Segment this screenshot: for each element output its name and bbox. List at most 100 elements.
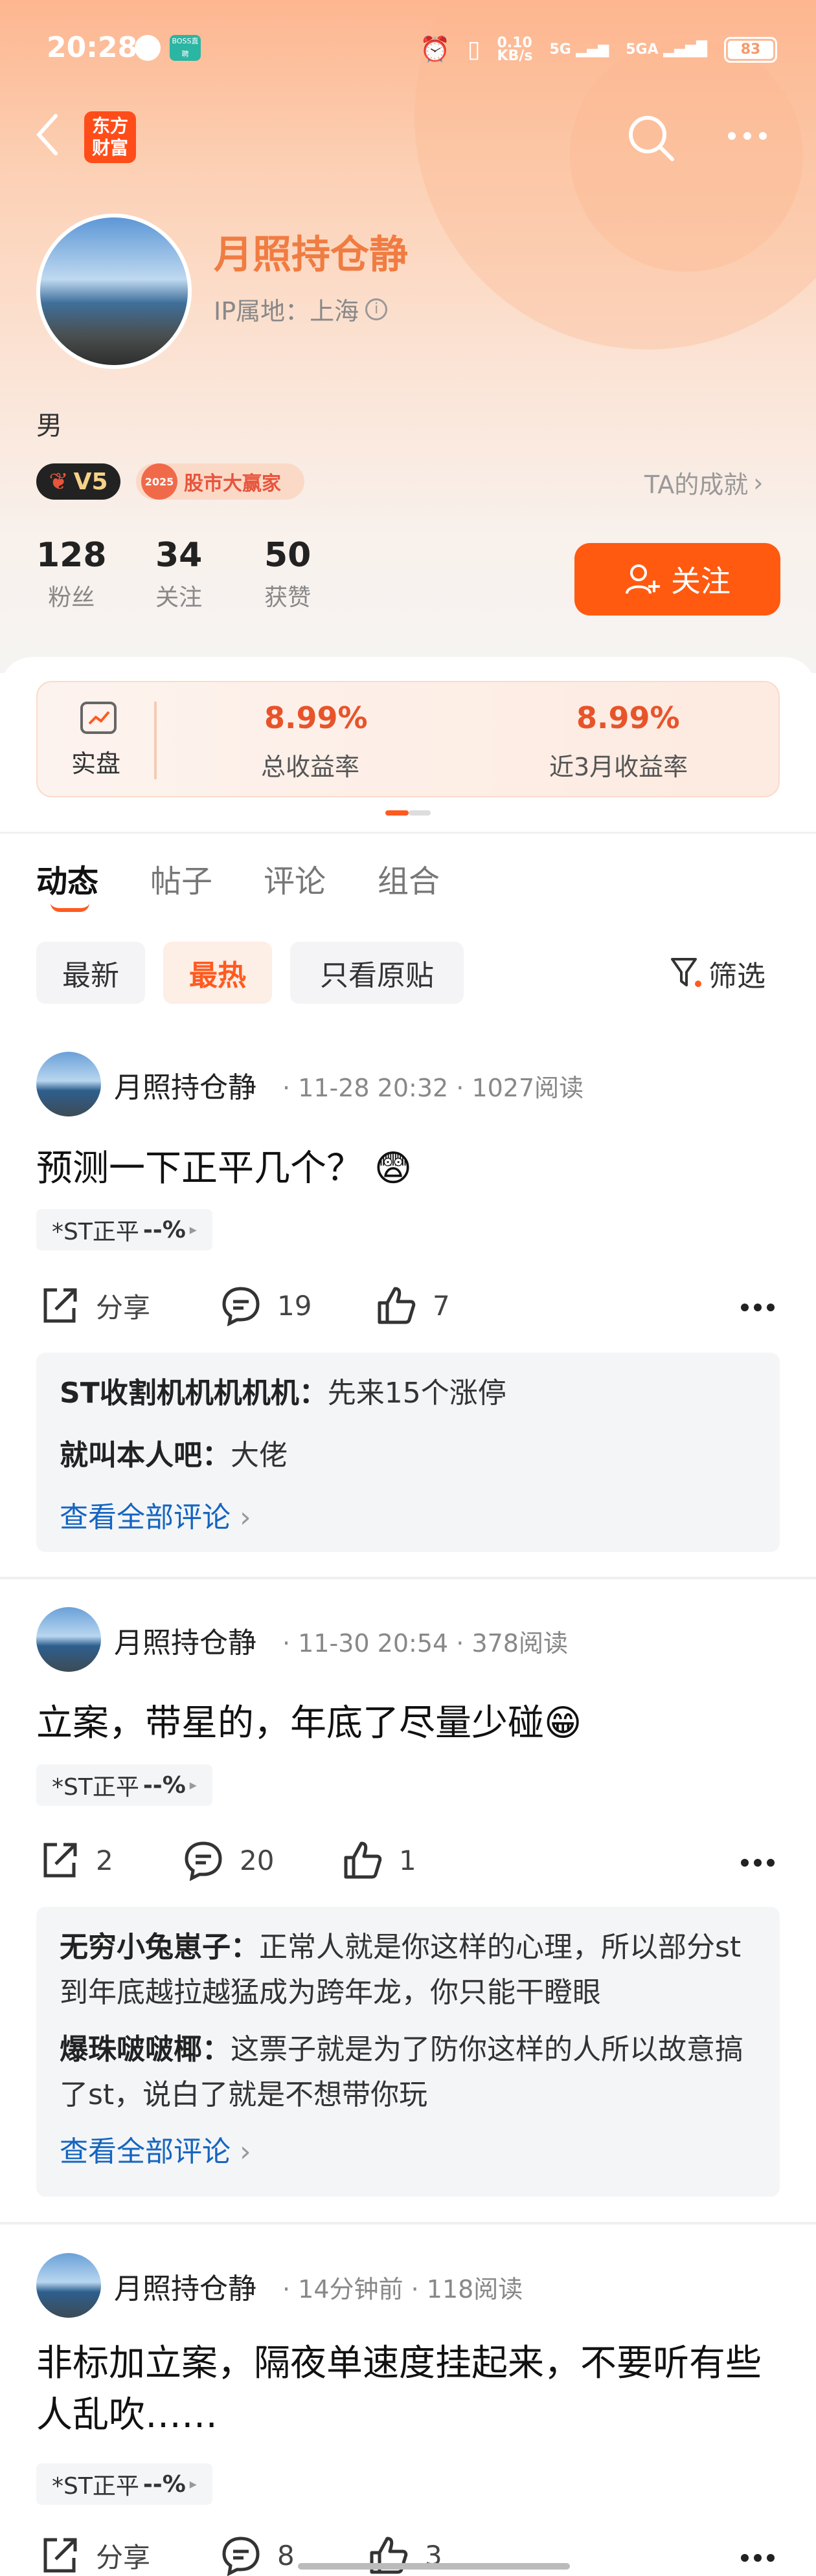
comment-item[interactable]: 就叫本人吧：大佬: [60, 1433, 756, 1478]
stat-likes[interactable]: 50 获赞: [264, 536, 311, 612]
add-user-icon: [626, 564, 660, 594]
like-button[interactable]: 1: [342, 1839, 416, 1881]
back-arrow-icon: [36, 114, 58, 155]
chevron-right-icon: ›: [240, 1501, 251, 1534]
dot: [728, 132, 736, 140]
post-more-button[interactable]: [741, 2551, 780, 2564]
award-badge[interactable]: 2025 股市大赢家: [136, 463, 304, 500]
view-all-comments-link[interactable]: 查看全部评论 ›: [60, 1495, 756, 1540]
signal-5g-icon: 5G ▂▄▆: [549, 41, 609, 58]
view-all-comments-link[interactable]: 查看全部评论 ›: [60, 2129, 756, 2175]
stat-following[interactable]: 34 关注: [155, 536, 202, 612]
post-meta: · 14分钟前 · 118阅读: [282, 2275, 523, 2304]
share-icon: [43, 1288, 77, 1323]
stat-followers[interactable]: 128 粉丝: [36, 536, 107, 612]
active-tab-indicator: [51, 903, 89, 912]
carousel-indicator: [409, 810, 431, 816]
share-button[interactable]: 2: [39, 1839, 113, 1881]
filter-latest[interactable]: 最新: [36, 942, 145, 1004]
comment-icon: [222, 1287, 260, 1326]
tab-activity[interactable]: 动态: [36, 856, 98, 901]
chevron-right-icon: ›: [753, 468, 764, 497]
comment-item[interactable]: 无穷小兔崽子：正常人就是你这样的心理，所以部分st到年底越拉越猛成为跨年龙，你只…: [60, 1925, 756, 2015]
wings-icon: ❦: [49, 468, 69, 495]
home-indicator[interactable]: [298, 2563, 570, 2570]
notification-avatar-icon: [135, 35, 161, 61]
post-title[interactable]: 立案，带星的，年底了尽量少碰😁: [36, 1694, 582, 1746]
battery-icon: 83: [724, 36, 777, 63]
comment-button[interactable]: 8: [220, 2535, 295, 2576]
stock-tag[interactable]: *ST正平 --% ▸: [36, 1209, 212, 1250]
comment-item[interactable]: ST收割机机机机机：先来15个涨停: [60, 1371, 756, 1416]
post-meta: · 11-28 20:32 · 1027阅读: [282, 1074, 584, 1102]
caret-right-icon: ▸: [189, 2476, 197, 2493]
clock: 20:28: [47, 31, 138, 64]
recent-return-label: 近3月收益率: [549, 753, 688, 781]
post-meta: · 11-30 20:54 · 378阅读: [282, 1629, 568, 1658]
back-button[interactable]: [34, 109, 66, 161]
thumbs-up-icon: [344, 1841, 382, 1879]
post-more-button[interactable]: [741, 1856, 780, 1869]
filter-original-only[interactable]: 只看原贴: [290, 942, 464, 1004]
thumbs-up-icon: [378, 1287, 416, 1324]
divider: [0, 1577, 816, 1579]
boss-app-icon: BOSS直聘: [170, 35, 201, 61]
filter-button[interactable]: 筛选: [670, 953, 765, 994]
comment-button[interactable]: 19: [220, 1285, 312, 1326]
tab-portfolio[interactable]: 组合: [378, 856, 440, 901]
follow-button[interactable]: 关注: [574, 543, 780, 616]
divider: [154, 702, 157, 779]
thumbs-up-icon: [370, 2537, 408, 2574]
comment-preview: ST收割机机机机机：先来15个涨停 就叫本人吧：大佬 查看全部评论 ›: [36, 1353, 780, 1552]
filter-icon: [671, 958, 701, 987]
total-return: 8.99%: [264, 700, 368, 735]
comment-icon: [185, 1841, 222, 1881]
ip-location-text: IP属地：上海: [214, 297, 359, 326]
divider: [0, 832, 816, 834]
recent-return: 8.99%: [576, 700, 680, 735]
post-title[interactable]: 预测一下正平几个？ 😨: [36, 1139, 412, 1192]
performance-card[interactable]: 实盘 8.99% 总收益率 8.99% 近3月收益率: [36, 681, 780, 797]
comment-button[interactable]: 20: [183, 1839, 274, 1881]
achievements-link[interactable]: TA的成就 ›: [644, 465, 763, 500]
level-badge[interactable]: ❦ V5: [36, 463, 120, 500]
shocked-emoji-icon: 😨: [374, 1148, 413, 1190]
post-author-avatar[interactable]: [36, 1607, 101, 1672]
info-icon[interactable]: i: [365, 298, 388, 320]
trend-chart-icon: [80, 702, 117, 734]
post-author-name[interactable]: 月照持仓静: [114, 1619, 256, 1661]
like-button[interactable]: 7: [376, 1285, 450, 1326]
filter-hot[interactable]: 最热: [163, 942, 272, 1004]
profile-avatar[interactable]: [36, 214, 192, 369]
comment-preview: 无穷小兔崽子：正常人就是你这样的心理，所以部分st到年底越拉越猛成为跨年龙，你只…: [36, 1907, 780, 2197]
post-more-button[interactable]: [741, 1301, 780, 1314]
divider: [0, 2222, 816, 2225]
like-button[interactable]: 3: [368, 2535, 442, 2576]
status-bar: 20:28 BOSS直聘 ⏰ ▯ 0.10 KB/s 5G ▂▄▆ 5GA ▂▄▆…: [0, 0, 816, 100]
comment-item[interactable]: 爆珠啵啵椰：这票子就是为了防你这样的人所以故意搞了st，说白了就是不想带你玩: [60, 2027, 756, 2118]
search-icon: [629, 116, 674, 161]
tab-posts[interactable]: 帖子: [150, 856, 212, 901]
chevron-right-icon: ›: [240, 2135, 251, 2168]
stock-tag[interactable]: *ST正平 --% ▸: [36, 2463, 212, 2505]
post-author-name[interactable]: 月照持仓静: [114, 2265, 256, 2307]
vibrate-icon: ▯: [467, 36, 481, 63]
carousel-indicator-active: [385, 810, 409, 816]
comment-icon: [222, 2537, 260, 2576]
system-icons: ⏰ ▯ 0.10 KB/s 5G ▂▄▆ 5GA ▂▄▆█ 83: [420, 35, 777, 64]
stock-tag[interactable]: *ST正平 --% ▸: [36, 1764, 212, 1806]
more-options-button[interactable]: [728, 123, 773, 149]
share-button[interactable]: 分享: [39, 2535, 150, 2576]
share-icon: [43, 1843, 77, 1878]
share-button[interactable]: 分享: [39, 1285, 150, 1326]
award-label: 股市大赢家: [184, 472, 281, 495]
account-label: 实盘: [71, 749, 121, 778]
post-author-avatar[interactable]: [36, 2253, 101, 2318]
alarm-icon: ⏰: [420, 35, 451, 63]
post-title[interactable]: 非标加立案，隔夜单速度挂起来，不要听有些人乱吹……: [36, 2338, 781, 2441]
search-button[interactable]: [622, 109, 680, 167]
signal-5ga-icon: 5GA ▂▄▆█: [626, 41, 707, 58]
tab-comments[interactable]: 评论: [264, 856, 326, 901]
post-author-name[interactable]: 月照持仓静: [114, 1064, 256, 1105]
post-author-avatar[interactable]: [36, 1052, 101, 1116]
